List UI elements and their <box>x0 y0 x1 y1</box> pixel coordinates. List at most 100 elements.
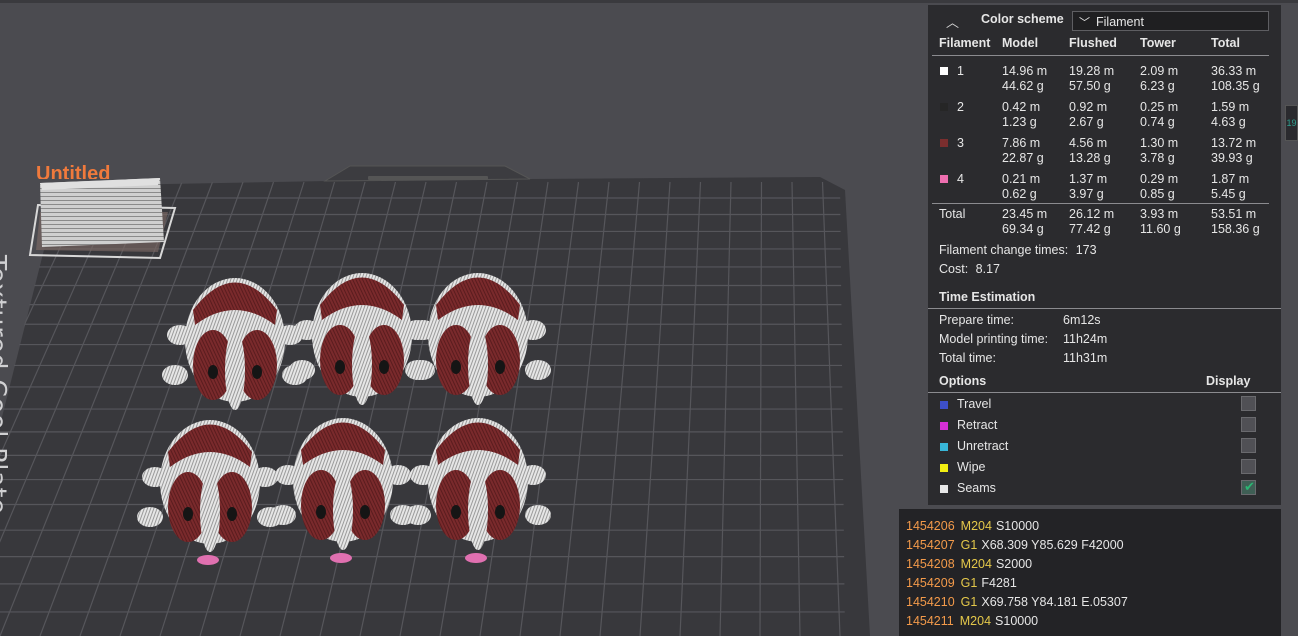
option-row-travel: Travel <box>939 396 1269 415</box>
option-row-retract: Retract <box>939 417 1269 436</box>
option-row-unretract: Unretract <box>939 438 1269 457</box>
prepare-time-value: 6m12s <box>1063 313 1101 327</box>
filament-tower-length: 0.25 m <box>1140 100 1179 114</box>
option-display-checkbox[interactable] <box>1241 417 1256 432</box>
color-scheme-dropdown[interactable]: ﹀ Filament <box>1072 11 1269 31</box>
option-label: Travel <box>957 397 992 411</box>
filament-flushed-weight: 57.50 g <box>1069 79 1111 93</box>
total-total-length: 53.51 m <box>1211 207 1257 221</box>
filament-color-swatch <box>940 103 948 111</box>
filament-id: 3 <box>957 136 964 150</box>
model-printing-time-value: 11h24m <box>1063 332 1108 346</box>
gcode-arguments: S10000 <box>995 614 1039 628</box>
filament-total-length: 13.72 m <box>1211 136 1257 150</box>
options-divider <box>928 392 1281 393</box>
filament-flushed-weight: 3.97 g <box>1069 187 1104 201</box>
option-display-checkbox[interactable] <box>1241 459 1256 474</box>
filament-model-weight: 1.23 g <box>1002 115 1037 129</box>
gcode-command: M204 <box>960 519 992 533</box>
filament-id: 2 <box>957 100 964 114</box>
header-tower: Tower <box>1140 36 1176 50</box>
gcode-legend-panel: ︿ Color scheme ﹀ Filament Filament Model … <box>928 5 1281 505</box>
time-estimation-title: Time Estimation <box>939 290 1036 304</box>
filament-model-weight: 0.62 g <box>1002 187 1037 201</box>
option-label: Wipe <box>957 460 986 474</box>
filament-total-weight: 4.63 g <box>1211 115 1246 129</box>
option-color-swatch <box>940 422 948 430</box>
option-display-checkbox[interactable] <box>1241 396 1256 411</box>
filament-id: 1 <box>957 64 964 78</box>
prime-tower <box>28 178 177 260</box>
option-label: Seams <box>957 481 996 495</box>
filament-total-length: 36.33 m <box>1211 64 1257 78</box>
filament-model-length: 14.96 m <box>1002 64 1048 78</box>
side-collapse-tab[interactable]: 19 <box>1285 105 1298 141</box>
filament-flushed-length: 4.56 m <box>1069 136 1108 150</box>
gcode-arguments: X68.309 Y85.629 F42000 <box>981 538 1124 552</box>
filament-tower-weight: 3.78 g <box>1140 151 1175 165</box>
gcode-line-number: 1454207 <box>906 538 955 552</box>
filament-model-weight: 22.87 g <box>1002 151 1044 165</box>
model-printing-time-label: Model printing time: <box>939 332 1049 346</box>
filament-flushed-length: 0.92 m <box>1069 100 1108 114</box>
filament-color-swatch <box>940 139 948 147</box>
collapse-chevron-icon[interactable]: ︿ <box>946 12 959 31</box>
total-model-length: 23.45 m <box>1002 207 1048 221</box>
color-scheme-label: Color scheme <box>981 12 1064 26</box>
filament-tower-weight: 0.74 g <box>1140 115 1175 129</box>
option-color-swatch <box>940 485 948 493</box>
gcode-line-number: 1454209 <box>906 576 955 590</box>
filament-model-weight: 44.62 g <box>1002 79 1044 93</box>
filament-tower-length: 2.09 m <box>1140 64 1179 78</box>
filament-change-label: Filament change times: <box>939 243 1069 257</box>
header-flushed: Flushed <box>1069 36 1117 50</box>
gcode-command: M204 <box>960 557 992 571</box>
cost-value: 8.17 <box>975 262 1001 276</box>
option-display-checkbox[interactable]: ✔ <box>1241 479 1256 495</box>
option-row-seams: Seams ✔ <box>939 479 1269 499</box>
total-model-weight: 69.34 g <box>1002 222 1044 236</box>
filament-total-weight: 108.35 g <box>1211 79 1260 93</box>
gcode-line: 1454206 M204 S10000 <box>906 519 1039 533</box>
option-row-wipe: Wipe <box>939 459 1269 478</box>
gcode-viewer: 1454206 M204 S10000 1454207 G1 X68.309 Y85.62… <box>899 509 1281 636</box>
panel-header: ︿ Color scheme ﹀ Filament <box>928 5 1281 35</box>
gcode-arguments: S2000 <box>995 557 1033 571</box>
option-display-checkbox[interactable] <box>1241 438 1256 453</box>
filament-change-info: Filament change times: 173 <box>939 243 1097 257</box>
filament-model-length: 0.42 m <box>1002 100 1041 114</box>
filament-model-length: 7.86 m <box>1002 136 1041 150</box>
filament-flushed-length: 19.28 m <box>1069 64 1115 78</box>
color-scheme-value: Filament <box>1096 15 1144 29</box>
total-row-label: Total <box>939 207 966 221</box>
display-title: Display <box>1206 374 1251 388</box>
filament-flushed-length: 1.37 m <box>1069 172 1108 186</box>
total-time-label: Total time: <box>939 351 996 365</box>
gcode-command: G1 <box>960 538 978 552</box>
filament-tower-length: 0.29 m <box>1140 172 1179 186</box>
plate-type-label: Textured Cool Plate <box>0 255 12 515</box>
option-color-swatch <box>940 464 948 472</box>
filament-tower-weight: 0.85 g <box>1140 187 1175 201</box>
filament-total-length: 1.59 m <box>1211 100 1250 114</box>
gcode-line-number: 1454210 <box>906 595 955 609</box>
header-divider <box>932 55 1269 56</box>
filament-model-length: 0.21 m <box>1002 172 1041 186</box>
gcode-arguments: S10000 <box>995 519 1040 533</box>
filament-color-swatch <box>940 67 948 75</box>
gcode-line: 1454208 M204 S2000 <box>906 557 1032 571</box>
option-label: Unretract <box>957 439 1009 453</box>
option-label: Retract <box>957 418 998 432</box>
cost-label: Cost: <box>939 262 969 276</box>
option-color-swatch <box>940 401 948 409</box>
total-flushed-length: 26.12 m <box>1069 207 1115 221</box>
chevron-down-icon: ﹀ <box>1079 17 1090 29</box>
gcode-line: 1454210 G1 X69.758 Y84.181 E.05307 <box>906 595 1128 609</box>
header-total: Total <box>1211 36 1240 50</box>
gcode-arguments: F4281 <box>981 576 1017 590</box>
filament-id: 4 <box>957 172 964 186</box>
filament-flushed-weight: 13.28 g <box>1069 151 1111 165</box>
filament-tower-length: 1.30 m <box>1140 136 1179 150</box>
checkmark-icon: ✔ <box>1244 479 1255 494</box>
total-total-weight: 158.36 g <box>1211 222 1260 236</box>
